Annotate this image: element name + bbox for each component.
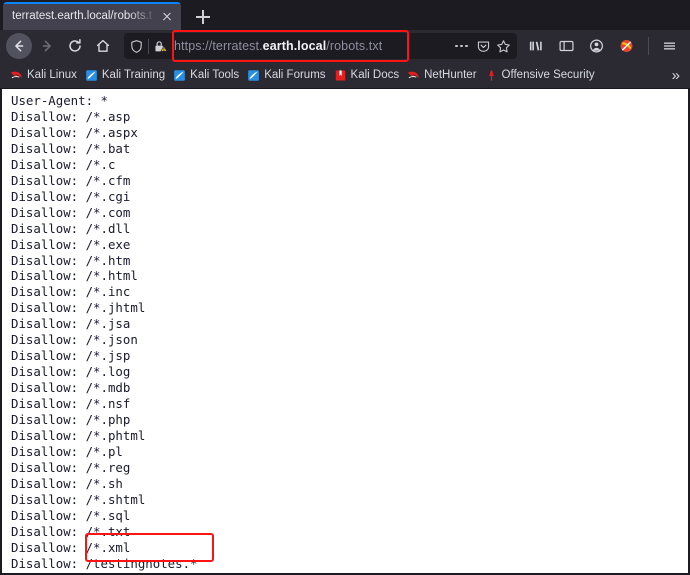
address-bar-container: https://terratest.earth.local/robots.txt xyxy=(124,33,517,59)
star-icon[interactable] xyxy=(496,39,511,54)
bookmark-kali-training[interactable]: Kali Training xyxy=(82,67,170,84)
url-action-buttons xyxy=(452,39,513,54)
hamburger-menu-icon xyxy=(663,42,675,50)
bookmark-kali-tools[interactable]: Kali Tools xyxy=(170,67,244,84)
kali-training-icon xyxy=(86,69,97,81)
identity-box[interactable] xyxy=(129,38,168,54)
tab-strip: terratest.earth.local/robots.t xyxy=(0,0,690,30)
account-avatar-icon xyxy=(589,39,603,53)
bookmarks-overflow-chevron-icon[interactable]: » xyxy=(672,68,684,83)
home-button[interactable] xyxy=(90,33,116,59)
page-content: FREEBUF User-Agent: * Disallow: /*.asp D… xyxy=(0,89,690,575)
ellipsis-icon[interactable] xyxy=(452,44,471,48)
bookmark-label: Offensive Security xyxy=(501,69,595,81)
extension-button[interactable] xyxy=(613,33,639,59)
kali-dragon-icon xyxy=(11,71,22,78)
bookmark-offensive-security[interactable]: Offensive Security xyxy=(482,67,600,84)
back-arrow-icon xyxy=(15,40,24,52)
bookmark-label: Kali Tools xyxy=(190,69,240,81)
bookmarks-toolbar: Kali Linux Kali Training Kali Tools Kali… xyxy=(0,62,690,89)
bookmark-label: NetHunter xyxy=(424,69,477,81)
toolbar-separator xyxy=(648,37,649,55)
library-button[interactable] xyxy=(523,33,549,59)
tracking-protection-shield-icon[interactable] xyxy=(129,39,144,54)
home-icon xyxy=(96,39,110,52)
identity-separator xyxy=(148,38,149,54)
bookmark-kali-linux[interactable]: Kali Linux xyxy=(7,67,82,84)
kali-docs-book-icon xyxy=(335,69,345,81)
nethunter-dragon-icon xyxy=(408,71,419,78)
sidebar-button[interactable] xyxy=(553,33,579,59)
robots-txt-body: User-Agent: * Disallow: /*.asp Disallow:… xyxy=(11,93,198,571)
app-menu-button[interactable] xyxy=(656,33,682,59)
back-button[interactable] xyxy=(6,33,32,59)
url-domain: earth.local xyxy=(262,39,327,53)
offsec-sword-icon xyxy=(488,69,494,81)
new-tab-button[interactable] xyxy=(189,4,217,30)
sidebar-panel-icon xyxy=(558,40,574,52)
tab-title: terratest.earth.local/robots.t xyxy=(12,10,152,22)
navigation-toolbar: https://terratest.earth.local/robots.txt xyxy=(0,30,690,62)
bookmark-label: Kali Forums xyxy=(264,69,326,81)
reload-icon xyxy=(69,39,81,52)
url-text[interactable]: https://terratest.earth.local/robots.txt xyxy=(174,39,452,53)
forward-arrow-icon xyxy=(42,40,51,52)
reload-button[interactable] xyxy=(62,33,88,59)
toolbar-right-buttons xyxy=(523,33,684,59)
browser-window: terratest.earth.local/robots.t https://t… xyxy=(0,0,690,575)
extension-blocked-icon xyxy=(620,40,632,52)
tab-robots-txt[interactable]: terratest.earth.local/robots.t xyxy=(3,2,181,30)
bookmark-label: Kali Training xyxy=(101,69,166,81)
insecure-lock-warning-icon[interactable] xyxy=(153,39,168,54)
kali-tools-icon xyxy=(174,69,186,81)
address-bar[interactable]: https://terratest.earth.local/robots.txt xyxy=(124,33,517,59)
bookmark-kali-forums[interactable]: Kali Forums xyxy=(244,67,330,84)
close-icon[interactable] xyxy=(159,8,175,24)
kali-forums-icon xyxy=(248,69,260,81)
bookmark-label: Kali Linux xyxy=(27,69,77,81)
bookmark-kali-docs[interactable]: Kali Docs xyxy=(331,67,405,84)
url-prefix: https://terratest. xyxy=(174,39,263,53)
account-button[interactable] xyxy=(583,33,609,59)
url-path: /robots.txt xyxy=(326,39,383,53)
forward-button[interactable] xyxy=(34,33,60,59)
bookmark-nethunter[interactable]: NetHunter xyxy=(404,67,481,84)
pocket-shield-icon[interactable] xyxy=(476,39,491,54)
bookmark-label: Kali Docs xyxy=(350,69,400,81)
library-books-icon xyxy=(529,41,542,51)
